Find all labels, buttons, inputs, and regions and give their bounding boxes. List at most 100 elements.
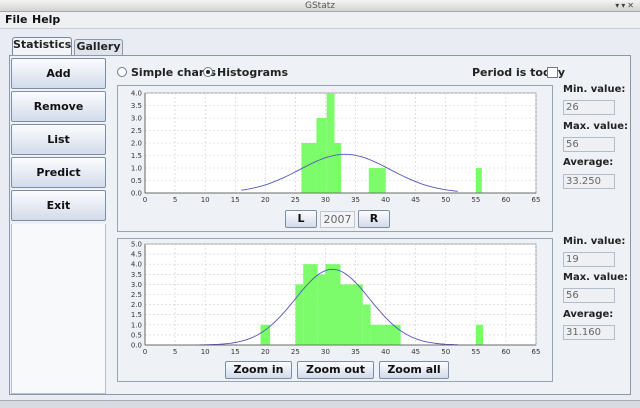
next-year-button[interactable]: R <box>358 210 390 228</box>
y-tick-label: 0.0 <box>131 342 142 350</box>
top-min-label: Min. value: <box>563 84 626 95</box>
x-tick-label: 15 <box>231 196 240 204</box>
y-tick-label: 1.5 <box>131 152 142 160</box>
tab-statistics[interactable]: Statistics <box>12 37 72 56</box>
y-tick-label: 3.0 <box>131 115 142 123</box>
y-tick-label: 1.0 <box>131 321 142 329</box>
window-titlebar: GStatz ▾▾✕ <box>0 0 640 12</box>
x-tick-label: 5 <box>173 348 177 356</box>
close-icon[interactable]: ✕ <box>627 1 636 11</box>
zoom-out-button[interactable]: Zoom out <box>297 361 374 379</box>
histogram-bar <box>385 324 401 345</box>
bottom-max-label: Max. value: <box>563 272 629 283</box>
bottom-average-label: Average: <box>563 309 614 320</box>
bottom-average-value: 31.160 <box>563 325 615 340</box>
x-tick-label: 45 <box>411 348 420 356</box>
window-controls: ▾▾✕ <box>615 1 636 11</box>
simple-charts-radio[interactable] <box>117 67 127 77</box>
y-tick-label: 1.5 <box>131 311 142 319</box>
x-tick-label: 30 <box>321 196 330 204</box>
histograms-radio[interactable] <box>203 67 213 77</box>
x-tick-label: 10 <box>201 348 210 356</box>
x-tick-label: 65 <box>532 196 541 204</box>
x-tick-label: 30 <box>321 348 330 356</box>
zoom-in-button[interactable]: Zoom in <box>225 361 292 379</box>
x-tick-label: 25 <box>291 196 300 204</box>
y-tick-label: 2.5 <box>131 127 142 135</box>
histogram-bar <box>475 168 482 193</box>
menu-bar: File Help <box>0 12 640 29</box>
histogram-bar <box>368 168 386 193</box>
x-tick-label: 35 <box>351 196 360 204</box>
top-max-value: 56 <box>563 137 615 152</box>
prev-year-button[interactable]: L <box>285 210 317 228</box>
top-histogram-panel: 0 5 10 15 20 25 30 35 40 45 50 55 60 65 0.0 0.5 1.0 1.5 2.… <box>117 85 553 232</box>
bottom-min-label: Min. value: <box>563 236 626 247</box>
histogram-bar <box>317 274 326 345</box>
top-min-value: 26 <box>563 100 615 115</box>
y-tick-label: 4.0 <box>131 261 142 269</box>
histogram-bar <box>325 264 341 345</box>
menu-help[interactable]: Help <box>32 13 60 27</box>
y-tick-label: 2.0 <box>131 140 142 148</box>
x-tick-label: 60 <box>501 348 510 356</box>
x-tick-label: 15 <box>231 348 240 356</box>
x-tick-label: 0 <box>143 348 147 356</box>
predict-button[interactable]: Predict <box>11 157 106 188</box>
x-tick-label: 55 <box>471 196 480 204</box>
y-tick-label: 3.5 <box>131 271 142 279</box>
histogram-bar <box>316 118 327 193</box>
x-tick-label: 20 <box>261 348 270 356</box>
y-tick-label: 0.5 <box>131 177 142 185</box>
histogram-bar <box>334 143 342 193</box>
period-today-checkbox[interactable] <box>547 67 558 78</box>
histogram-bar <box>475 324 484 345</box>
x-tick-label: 50 <box>441 348 450 356</box>
y-tick-label: 0.0 <box>131 190 142 198</box>
y-tick-label: 3.5 <box>131 102 142 110</box>
x-tick-label: 10 <box>201 196 210 204</box>
y-tick-label: 0.5 <box>131 331 142 339</box>
window-title: GStatz <box>305 1 335 11</box>
sidebar-area <box>11 224 106 394</box>
list-button[interactable]: List <box>11 124 106 155</box>
x-tick-label: 20 <box>261 196 270 204</box>
histogram-bar <box>370 324 386 345</box>
bottom-max-value: 56 <box>563 288 615 303</box>
x-tick-label: 50 <box>441 196 450 204</box>
top-max-label: Max. value: <box>563 121 629 132</box>
status-strip <box>0 400 640 408</box>
zoom-all-button[interactable]: Zoom all <box>379 361 449 379</box>
remove-button[interactable]: Remove <box>11 91 106 122</box>
x-tick-label: 40 <box>381 196 390 204</box>
top-histogram-chart: 0 5 10 15 20 25 30 35 40 45 50 55 60 65 0.0 0.5 1.0 1.5 2.… <box>131 90 541 205</box>
bottom-min-value: 19 <box>563 252 615 267</box>
year-field: 2007 <box>320 211 355 228</box>
histogram-bar <box>326 93 335 193</box>
tab-gallery[interactable]: Gallery <box>74 39 123 55</box>
add-button[interactable]: Add <box>11 58 106 89</box>
x-tick-label: 45 <box>411 196 420 204</box>
x-tick-label: 55 <box>471 348 480 356</box>
x-tick-label: 65 <box>532 348 541 356</box>
y-tick-label: 2.0 <box>131 301 142 309</box>
y-tick-label: 4.5 <box>131 251 142 259</box>
x-tick-label: 60 <box>501 196 510 204</box>
y-tick-label: 2.5 <box>131 291 142 299</box>
y-tick-label: 1.0 <box>131 165 142 173</box>
top-average-label: Average: <box>563 157 614 168</box>
histogram-bar <box>340 284 363 345</box>
bottom-histogram-chart: 0 5 10 15 20 25 30 35 40 45 50 55 60 65 0.0 0.5 1.0 1.5 2.… <box>131 241 541 357</box>
x-tick-label: 40 <box>381 348 390 356</box>
y-tick-label: 4.0 <box>131 90 142 98</box>
top-average-value: 33.250 <box>563 174 615 189</box>
y-tick-label: 5.0 <box>131 241 142 249</box>
menu-file[interactable]: File <box>5 13 28 27</box>
exit-button[interactable]: Exit <box>11 190 106 221</box>
x-tick-label: 25 <box>291 348 300 356</box>
y-tick-label: 3.0 <box>131 281 142 289</box>
histogram-bar <box>362 304 371 345</box>
x-tick-label: 0 <box>143 196 147 204</box>
x-tick-label: 35 <box>351 348 360 356</box>
histograms-label: Histograms <box>217 66 289 79</box>
